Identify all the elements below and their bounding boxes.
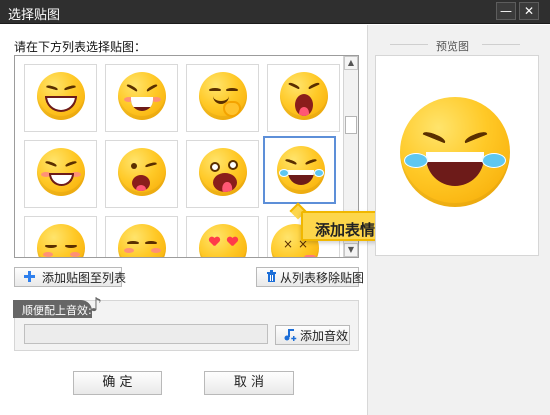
scroll-up-button[interactable]: ▲ <box>344 56 358 70</box>
sticker-cell-6[interactable] <box>105 140 178 208</box>
preview-title: 预览图 <box>436 40 469 53</box>
plus-icon <box>24 271 35 282</box>
window-titlebar: 选择贴图 — ✕ <box>0 0 550 24</box>
sound-add-icon <box>284 329 297 341</box>
preview-image <box>375 55 539 256</box>
chevron-up-icon: ▲ <box>347 58 355 67</box>
sticker-cell-5[interactable] <box>24 140 97 208</box>
add-to-list-button[interactable]: 添加贴图至列表 <box>14 267 126 287</box>
sound-effect-input[interactable] <box>24 324 268 344</box>
crying-laughing-face-icon <box>277 146 325 194</box>
add-sound-label: 添加音效 <box>300 329 349 343</box>
add-sound-button[interactable]: 添加音效 <box>275 325 350 345</box>
preview-crying-laughing-face-icon <box>400 97 510 207</box>
scroll-down-button[interactable]: ▼ <box>344 243 358 257</box>
window-title: 选择贴图 <box>8 8 61 23</box>
sticker-cell-11[interactable] <box>186 216 259 257</box>
grinning-face-icon <box>37 72 85 120</box>
sticker-cell-3[interactable] <box>186 64 259 132</box>
minimize-icon: — <box>500 4 512 18</box>
smirking-hand-face-icon <box>199 72 247 120</box>
sticker-selection-prompt: 请在下方列表选择贴图： <box>14 40 147 54</box>
chevron-down-icon: ▼ <box>347 245 355 254</box>
minimize-button[interactable]: — <box>496 2 516 20</box>
preview-title-divider-right <box>482 44 520 45</box>
relieved-face-icon <box>37 224 85 257</box>
confirm-button[interactable]: 确 定 <box>73 371 162 395</box>
add-to-list-label: 添加贴图至列表 <box>42 271 127 285</box>
crazy-tongue-face-icon <box>199 148 247 196</box>
close-icon: ✕ <box>523 4 535 18</box>
sticker-cell-7[interactable] <box>186 140 259 208</box>
sticker-cell-9[interactable] <box>24 216 97 257</box>
remove-from-list-label: 从列表移除贴图 <box>280 271 365 285</box>
sticker-cell-1[interactable] <box>24 64 97 132</box>
trash-icon <box>267 270 276 282</box>
winking-tongue-face-icon <box>118 148 166 196</box>
sound-effect-tag: 顺便配上音效: <box>13 300 92 318</box>
sticker-cell-4[interactable] <box>267 64 340 132</box>
heart-eyes-face-icon <box>199 224 247 257</box>
sticker-cell-8[interactable] <box>263 136 336 204</box>
close-button[interactable]: ✕ <box>519 2 539 20</box>
remove-from-list-button[interactable]: 从列表移除贴图 <box>256 267 364 287</box>
surprised-face-icon <box>280 72 328 120</box>
music-note-icon: ♪ <box>90 294 103 316</box>
cancel-button[interactable]: 取 消 <box>204 371 294 395</box>
playful-face-icon <box>37 148 85 196</box>
scrollbar-thumb[interactable] <box>345 116 357 134</box>
preview-title-divider-left <box>390 44 428 45</box>
laughing-face-icon <box>118 72 166 120</box>
sound-effect-label: 顺便配上音效: <box>22 304 92 317</box>
smiling-face-icon <box>118 224 166 257</box>
sticker-cell-2[interactable] <box>105 64 178 132</box>
sticker-cell-10[interactable] <box>105 216 178 257</box>
